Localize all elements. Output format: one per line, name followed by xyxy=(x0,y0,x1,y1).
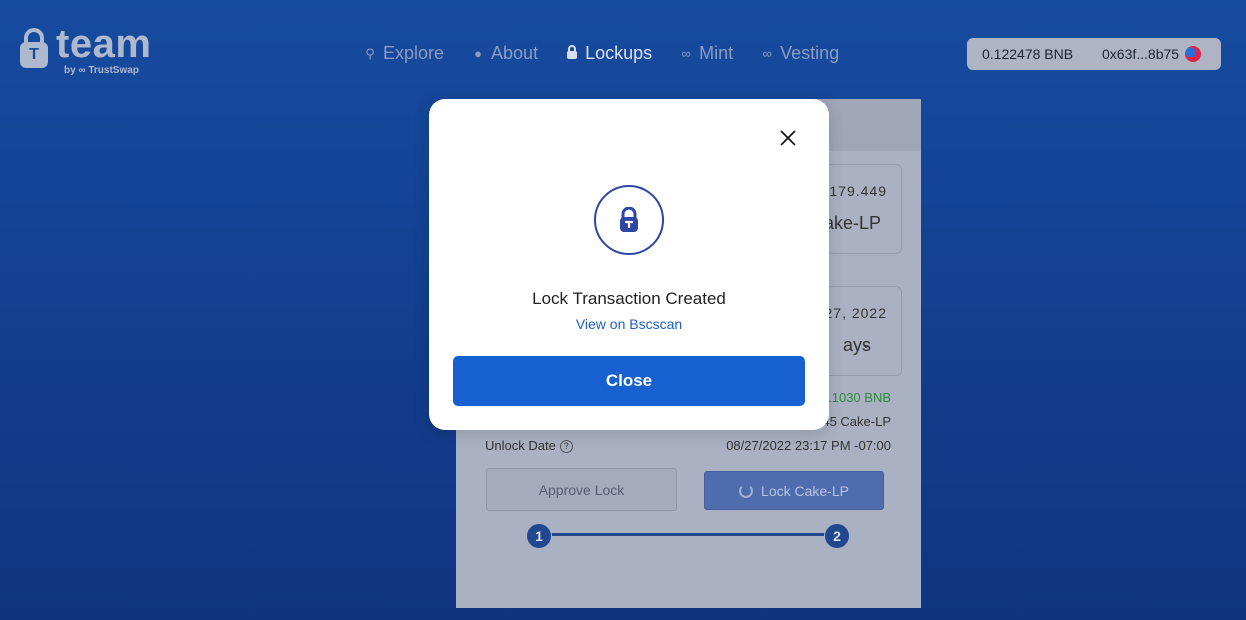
spinner-icon xyxy=(739,483,754,498)
success-modal: Lock Transaction Created View on Bscscan… xyxy=(429,99,829,430)
lp-value: 45 Cake-LP xyxy=(822,414,891,429)
date-label: 27, 2022 xyxy=(824,305,887,321)
search-icon: ⚲ xyxy=(365,45,375,61)
wallet-address[interactable]: 0x63f...8b75 xyxy=(1102,46,1179,62)
wallet-balance: 0.122478 BNB xyxy=(982,46,1074,62)
lock-cake-lp-button[interactable]: Lock Cake-LP xyxy=(704,471,884,510)
close-icon[interactable] xyxy=(769,119,807,157)
nav-about[interactable]: ● About xyxy=(470,43,538,64)
info-icon: ● xyxy=(474,46,482,61)
nav-mint[interactable]: ∞ Mint xyxy=(678,43,733,64)
logo-lock-icon: T xyxy=(20,28,48,70)
link-icon: ∞ xyxy=(762,46,772,61)
fee-value: .1030 BNB xyxy=(828,390,891,405)
link-icon: ∞ xyxy=(681,46,691,61)
close-button[interactable]: Close xyxy=(453,356,805,406)
wallet-widget[interactable]: 0.122478 BNB 0x63f...8b75 xyxy=(967,38,1221,70)
step-1-dot: 1 xyxy=(526,523,552,549)
lock-circle-icon xyxy=(594,185,664,255)
nav-about-label: About xyxy=(491,43,539,63)
help-icon[interactable]: ? xyxy=(559,440,573,454)
nav-explore-label: Explore xyxy=(383,43,445,63)
lock-button-label: Lock Cake-LP xyxy=(761,482,849,499)
amount-token: ake-LP xyxy=(823,213,881,233)
brand-name: team xyxy=(56,22,152,66)
team-logo[interactable]: T team by ∞ TrustSwap xyxy=(20,24,151,76)
main-nav: ⚲ Explore ● About Lockups ∞ Mint ∞ Vesti… xyxy=(362,43,865,64)
nav-lockups[interactable]: Lockups xyxy=(564,43,652,64)
step-2-dot: 2 xyxy=(824,523,850,549)
chevron-down-icon[interactable]: ⌄ xyxy=(861,337,871,351)
brand-byline: by ∞ TrustSwap xyxy=(64,65,139,76)
nav-lockups-label: Lockups xyxy=(585,43,653,63)
approve-lock-button[interactable]: Approve Lock xyxy=(486,468,677,511)
amount-label: ,179.449 xyxy=(824,183,887,199)
wallet-avatar xyxy=(1185,46,1202,62)
unlock-value: 08/27/2022 23:17 PM -07:00 xyxy=(726,438,891,453)
step-progress: 1 2 xyxy=(526,523,850,549)
nav-vesting[interactable]: ∞ Vesting xyxy=(759,43,840,64)
nav-vesting-label: Vesting xyxy=(780,43,840,63)
view-on-bscscan-link[interactable]: View on Bscscan xyxy=(429,316,829,332)
unlock-row: Unlock Date? 08/27/2022 23:17 PM -07:00 xyxy=(485,438,891,454)
lock-icon xyxy=(564,45,580,62)
nav-explore[interactable]: ⚲ Explore xyxy=(362,43,444,64)
step-line xyxy=(540,533,836,536)
nav-mint-label: Mint xyxy=(699,43,734,63)
modal-title: Lock Transaction Created xyxy=(532,289,726,308)
unlock-label: Unlock Date xyxy=(485,438,556,453)
